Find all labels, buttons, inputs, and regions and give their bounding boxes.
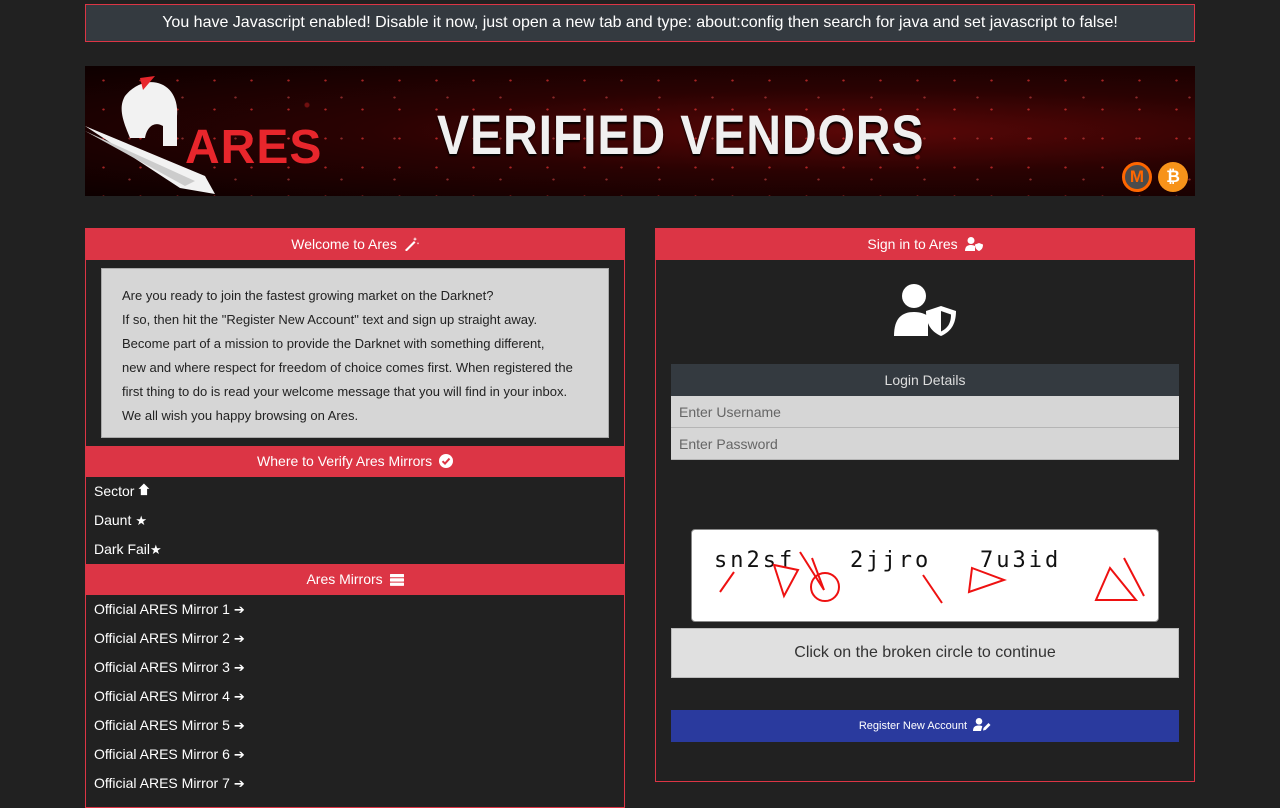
- bitcoin-icon: ₿: [1158, 162, 1188, 192]
- arrow-circle-right-icon: ➔: [233, 602, 245, 617]
- mirror-link-1[interactable]: Official ARES Mirror 1 ➔: [86, 595, 624, 624]
- mirror-link-label: Official ARES Mirror 1: [94, 601, 230, 617]
- user-shield-icon: [894, 284, 956, 336]
- mirror-link-label: Official ARES Mirror 3: [94, 659, 230, 675]
- arrow-up-icon: [138, 477, 150, 506]
- mirror-link-7[interactable]: Official ARES Mirror 7 ➔: [86, 769, 624, 798]
- mirror-link-2[interactable]: Official ARES Mirror 2 ➔: [86, 624, 624, 653]
- arrow-circle-right-icon: ➔: [233, 689, 245, 704]
- welcome-line: If so, then hit the "Register New Accoun…: [122, 312, 538, 327]
- verify-link-daunt[interactable]: Daunt ★: [86, 506, 624, 535]
- mirror-link-label: Official ARES Mirror 6: [94, 746, 230, 762]
- signin-header: Sign in to Ares: [656, 229, 1194, 260]
- welcome-line: first thing to do is read your welcome m…: [122, 384, 568, 399]
- verify-link-label: Sector: [94, 483, 135, 499]
- welcome-panel: Welcome to Ares Are you ready to join th…: [85, 228, 625, 808]
- welcome-line: Are you ready to join the fastest growin…: [122, 288, 494, 303]
- username-input[interactable]: [671, 396, 1179, 428]
- captcha-image[interactable]: sn2sf 2jjro 7u3id: [691, 529, 1159, 622]
- mirror-link-5[interactable]: Official ARES Mirror 5 ➔: [86, 711, 624, 740]
- arrow-circle-right-icon: ➔: [233, 747, 245, 762]
- star-icon: ★: [150, 542, 162, 557]
- banner-headline: VERIFIED VENDORS: [437, 103, 925, 166]
- captcha-noise: [719, 551, 1145, 604]
- welcome-line: new and where respect for freedom of cho…: [122, 360, 573, 375]
- verify-link-sector[interactable]: Sector: [86, 477, 624, 506]
- welcome-line: Become part of a mission to provide the …: [122, 336, 545, 351]
- password-input[interactable]: [671, 428, 1179, 460]
- signin-panel: Sign in to Ares Login Details sn2sf 2jjr…: [655, 228, 1195, 782]
- mirrors-title: Ares Mirrors: [306, 571, 383, 587]
- verify-link-label: Dark Fail: [94, 541, 151, 557]
- server-icon: [389, 566, 404, 597]
- register-label: Register New Account: [858, 720, 968, 732]
- user-edit-icon: [973, 718, 991, 731]
- ares-logo-text: ARES: [185, 121, 323, 174]
- arrow-circle-right-icon: ➔: [233, 631, 245, 646]
- javascript-warning: You have Javascript enabled! Disable it …: [85, 4, 1195, 42]
- check-circle-icon: [438, 448, 453, 479]
- welcome-line: We all wish you happy browsing on Ares.: [122, 408, 359, 423]
- mirror-link-label: Official ARES Mirror 2: [94, 630, 230, 646]
- mirror-link-label: Official ARES Mirror 5: [94, 717, 230, 733]
- login-form: Login Details: [671, 364, 1179, 460]
- mirror-link-label: Official ARES Mirror 4: [94, 688, 230, 704]
- magic-wand-icon: [404, 237, 419, 251]
- register-button[interactable]: Register New Account: [671, 710, 1179, 742]
- login-details-title: Login Details: [671, 364, 1179, 396]
- mirror-link-3[interactable]: Official ARES Mirror 3 ➔: [86, 653, 624, 682]
- captcha-hint: Click on the broken circle to continue: [671, 628, 1179, 678]
- banner: ARES VERIFIED VENDORS M ₿: [85, 66, 1195, 196]
- mirrors-header: Ares Mirrors: [86, 564, 624, 595]
- arrow-circle-right-icon: ➔: [233, 660, 245, 675]
- mirror-link-6[interactable]: Official ARES Mirror 6 ➔: [86, 740, 624, 769]
- star-icon: ★: [135, 513, 148, 528]
- welcome-header: Welcome to Ares: [86, 229, 624, 260]
- mirror-link-label: Official ARES Mirror 7: [94, 775, 230, 791]
- verify-title: Where to Verify Ares Mirrors: [257, 453, 433, 469]
- verify-link-dark-fail[interactable]: Dark Fail★: [86, 535, 624, 564]
- arrow-circle-right-icon: ➔: [233, 776, 245, 791]
- verify-link-label: Daunt: [94, 512, 132, 528]
- signin-title: Sign in to Ares: [867, 236, 958, 252]
- welcome-message: Are you ready to join the fastest growin…: [101, 268, 609, 438]
- arrow-circle-right-icon: ➔: [233, 718, 245, 733]
- verify-header: Where to Verify Ares Mirrors: [86, 446, 624, 477]
- monero-icon: M: [1122, 162, 1152, 192]
- user-shield-icon: [964, 237, 983, 251]
- mirror-link-4[interactable]: Official ARES Mirror 4 ➔: [86, 682, 624, 711]
- welcome-title: Welcome to Ares: [291, 236, 397, 252]
